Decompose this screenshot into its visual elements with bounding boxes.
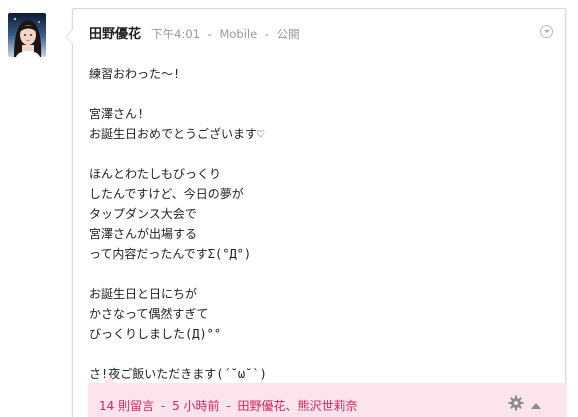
post-body: 練習おわった〜! 宮澤さん! お誕生日おめでとうございます♡ ほんとわたしもびっく… bbox=[89, 64, 549, 384]
post-visibility[interactable]: 公開 bbox=[277, 27, 300, 41]
post-line: 宮澤さん! bbox=[89, 107, 145, 121]
meta-separator: - bbox=[264, 27, 269, 41]
meta-separator: - bbox=[207, 27, 212, 41]
post-line: びっくりしました(Д)°° bbox=[89, 327, 222, 341]
post-source: Mobile bbox=[219, 27, 258, 41]
post-header: 田野優花 下午4:01 - Mobile - 公開 bbox=[89, 26, 300, 43]
post-line: お誕生日と日にちが bbox=[89, 287, 198, 301]
post-author[interactable]: 田野優花 bbox=[89, 27, 141, 42]
avatar-image bbox=[8, 13, 46, 57]
comments-separator: - bbox=[226, 399, 231, 413]
avatar[interactable] bbox=[8, 13, 46, 57]
comments-bar: 14 則留言 - 5 小時前 - 田野優花、熊沢世莉奈 bbox=[88, 377, 567, 417]
card-pointer bbox=[65, 29, 73, 45]
post-line: 宮澤さんが出場する bbox=[89, 227, 198, 241]
collapse-up-icon[interactable] bbox=[530, 397, 542, 409]
comment-time-ago: 5 小時前 bbox=[172, 399, 220, 413]
post-line: したんですけど、今日の夢が bbox=[89, 187, 244, 201]
post-meta: 下午4:01 - Mobile - 公開 bbox=[151, 27, 300, 41]
comments-summary[interactable]: 14 則留言 - 5 小時前 - 田野優花、熊沢世莉奈 bbox=[99, 397, 358, 414]
post-card: 田野優花 下午4:01 - Mobile - 公開 練習おわった〜! 宮澤さん!… bbox=[65, 8, 567, 417]
comments-separator: - bbox=[160, 399, 166, 413]
post-line: お誕生日おめでとうございます♡ bbox=[89, 127, 265, 141]
post-line: かさなって偶然すぎて bbox=[89, 307, 209, 321]
comments-bar-notch bbox=[104, 377, 116, 383]
post-line: さ!夜ご飯いただきます(´˘ω˘`) bbox=[89, 367, 267, 381]
post-line: ほんとわたしもびっくり bbox=[89, 167, 222, 181]
chevron-down-icon[interactable] bbox=[540, 25, 553, 38]
post-page: 田野優花 下午4:01 - Mobile - 公開 練習おわった〜! 宮澤さん!… bbox=[0, 0, 578, 417]
comment-count: 14 則留言 bbox=[99, 399, 155, 413]
post-line: 練習おわった〜! bbox=[89, 67, 181, 81]
gear-icon[interactable] bbox=[508, 395, 524, 411]
commenters: 田野優花、熊沢世莉奈 bbox=[237, 399, 358, 413]
post-line: タップダンス大会で bbox=[89, 207, 197, 221]
post-time[interactable]: 下午4:01 bbox=[151, 27, 200, 41]
post-line: って内容だったんですΣ(°Д°) bbox=[89, 247, 252, 261]
